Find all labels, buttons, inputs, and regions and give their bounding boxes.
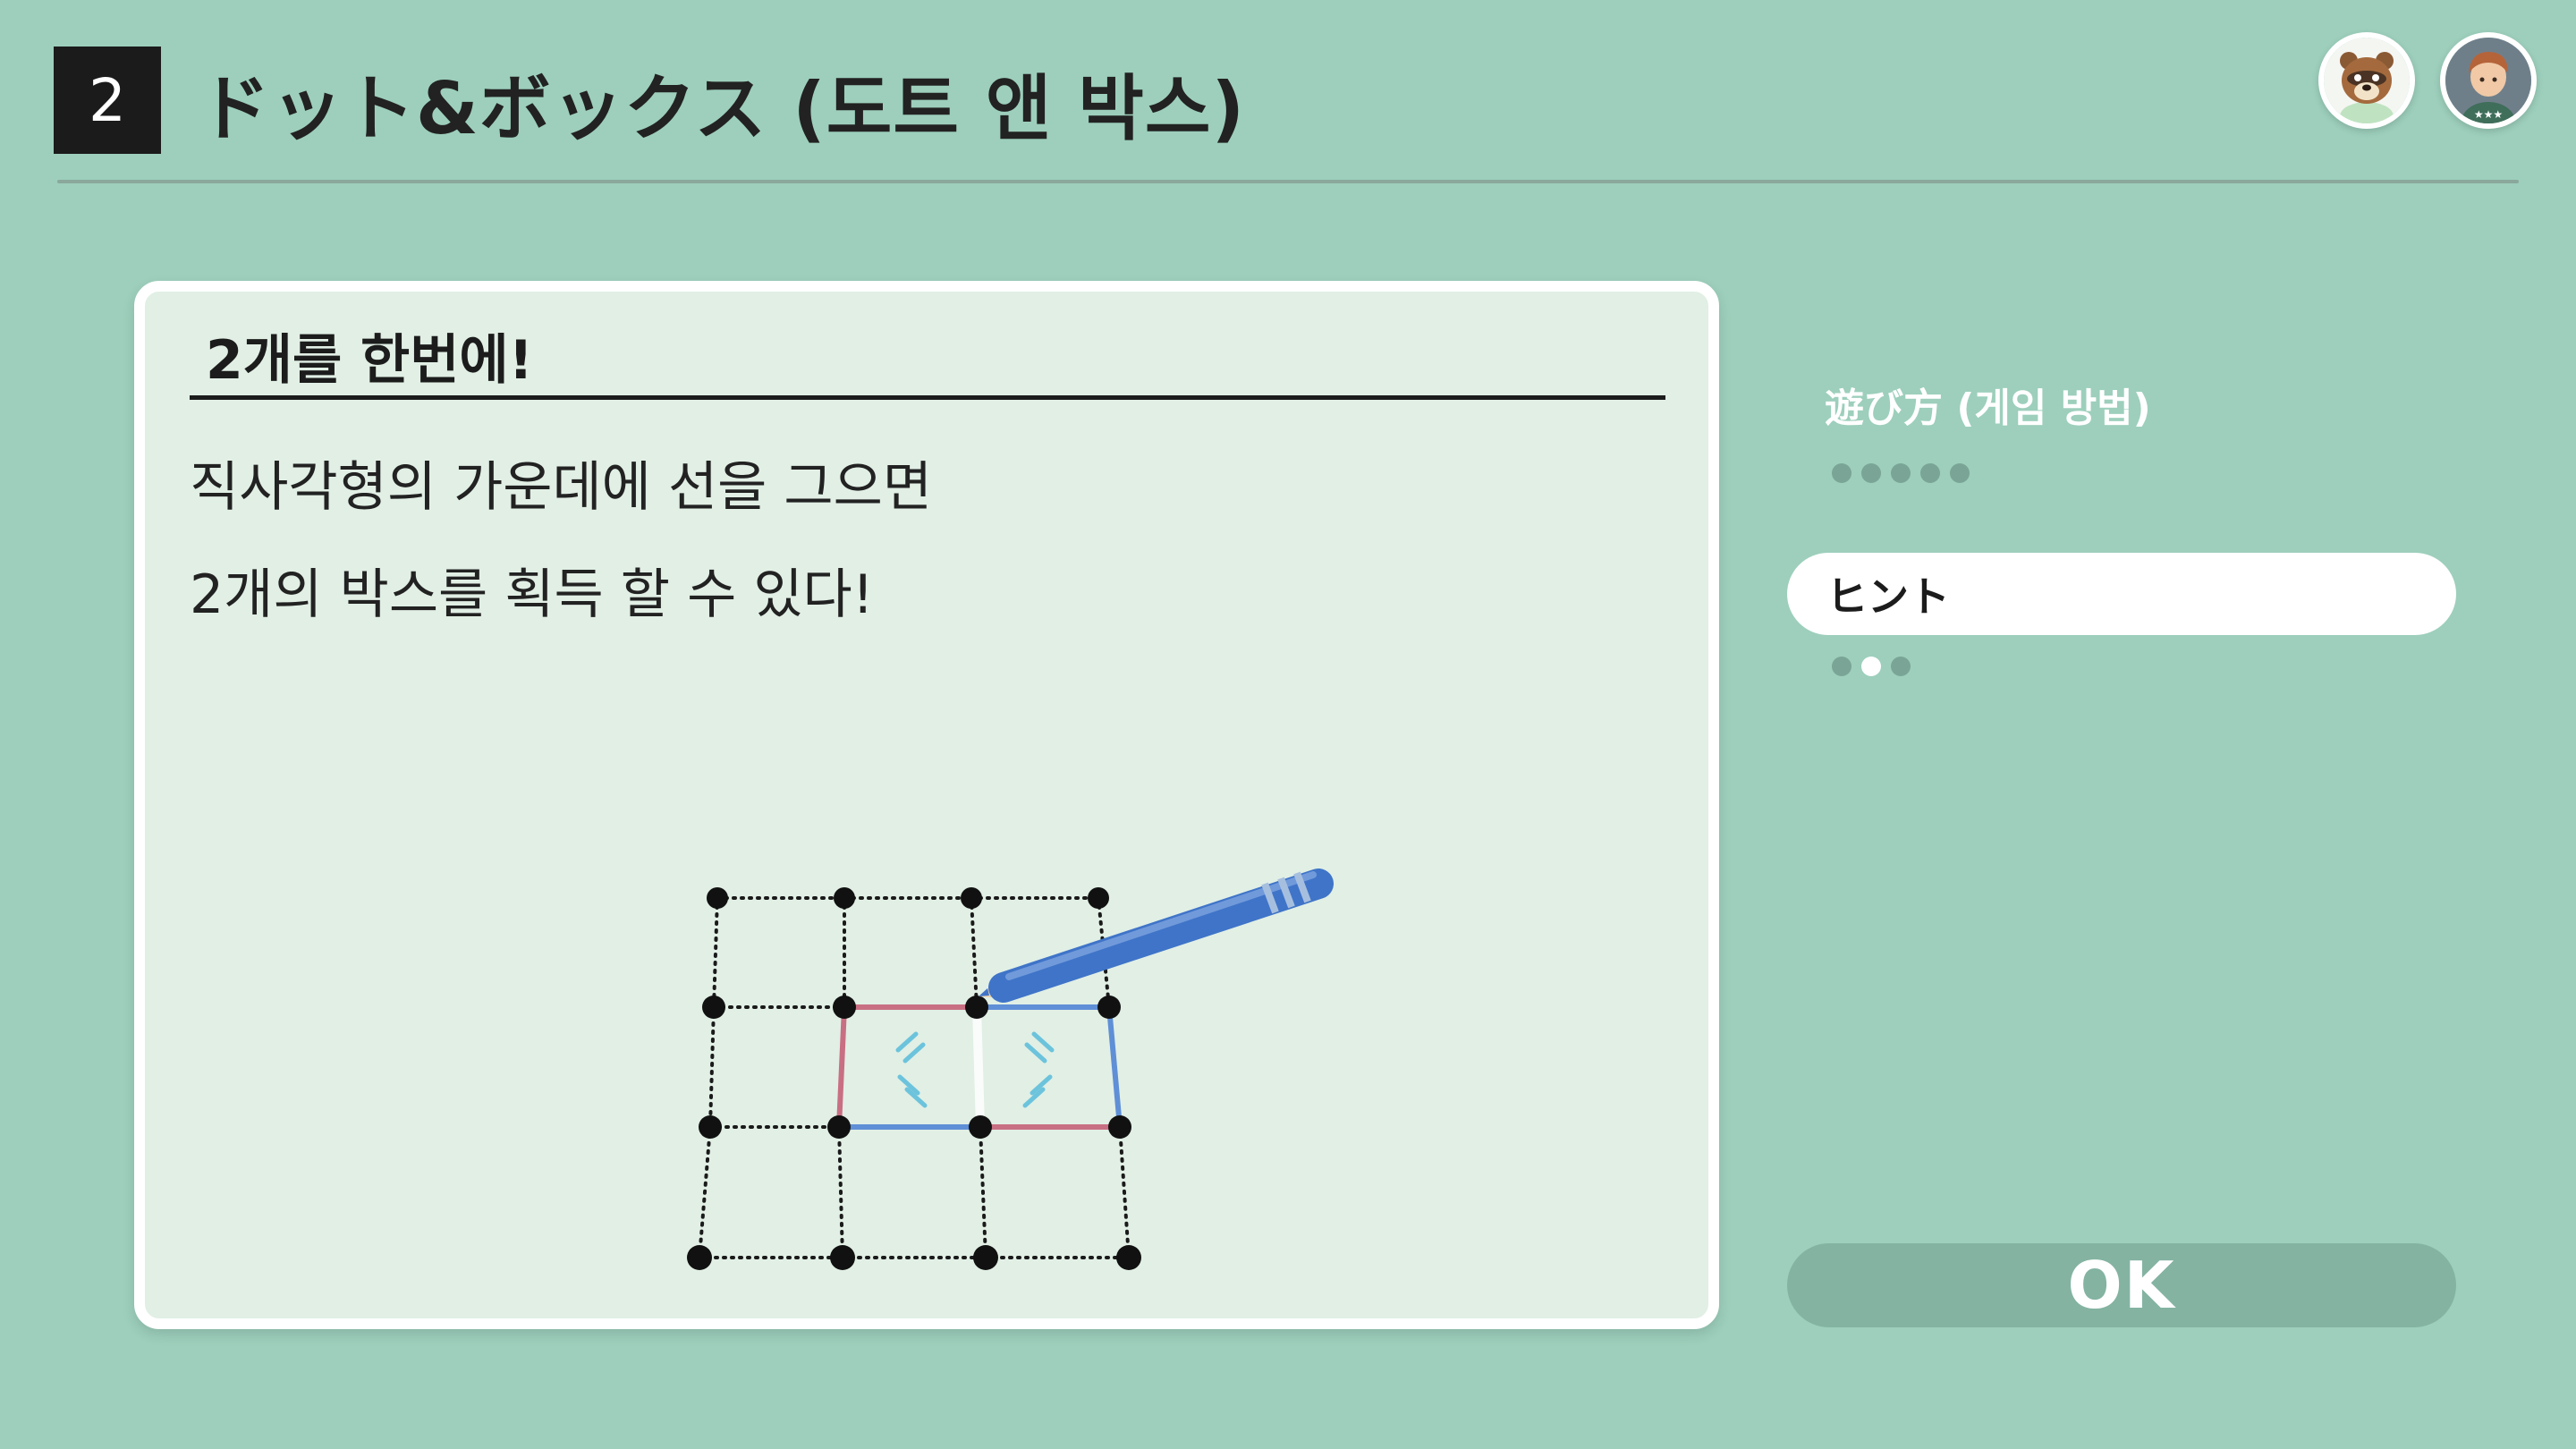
page-dot (1832, 657, 1852, 676)
menu-item-how-to-play[interactable]: 遊び方 (게임 방법) (1825, 376, 2151, 433)
card-title: 2개를 한번에! (206, 329, 533, 392)
card-text-line-2: 2개의 박스를 획득 할 수 있다! (190, 564, 874, 626)
page-dot (1861, 463, 1881, 483)
card-text-line-1: 직사각형의 가운데에 선을 그으면 (190, 456, 933, 519)
page-title: ドット&ボックス (도트 앤 박스) (199, 67, 1246, 150)
hint-page-indicator (1832, 657, 1911, 676)
hint-card: 2개를 한번에! 직사각형의 가운데에 선을 그으면 2개의 박스를 획득 할 … (134, 281, 1719, 1329)
card-title-divider (190, 395, 1665, 400)
page-dot (1950, 463, 1970, 483)
menu-item-hint[interactable]: ヒント (1787, 553, 2456, 635)
page-dot-active (1861, 657, 1881, 676)
villager-avatar-icon[interactable]: ★★★ (2440, 32, 2537, 129)
page-dot (1832, 463, 1852, 483)
hint-label: ヒント (1826, 572, 1950, 621)
tom-nook-avatar-icon[interactable] (2318, 32, 2415, 129)
page-dot (1920, 463, 1940, 483)
ok-button[interactable]: OK (1787, 1243, 2456, 1327)
game-number-badge: 2 (54, 47, 161, 154)
page-dot (1891, 657, 1911, 676)
how-to-play-page-indicator (1832, 463, 1970, 483)
dots-and-boxes-diagram (687, 869, 1334, 1270)
header-divider (57, 180, 2519, 183)
page-dot (1891, 463, 1911, 483)
svg-text:★★★: ★★★ (2474, 108, 2503, 121)
pencil-icon (979, 869, 1334, 1003)
